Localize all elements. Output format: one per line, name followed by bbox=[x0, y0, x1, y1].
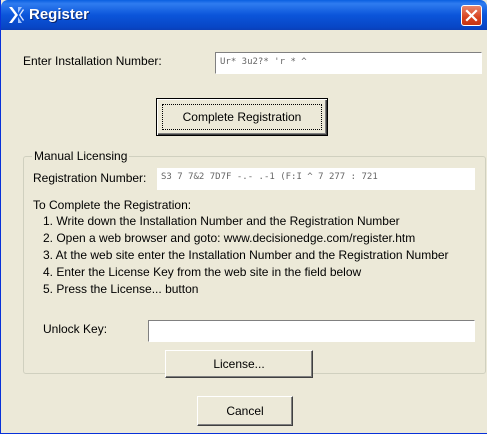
license-button[interactable]: License... bbox=[165, 350, 313, 378]
decisionedge-logo-icon bbox=[6, 5, 26, 25]
window-title: Register bbox=[29, 6, 90, 23]
complete-registration-label: Complete Registration bbox=[182, 110, 302, 124]
instruction-step: 4. Enter the License Key from the web si… bbox=[43, 265, 362, 279]
close-icon bbox=[465, 9, 478, 22]
registration-number-field[interactable]: S3 7 7&2 7D7F -.- .-1 (F:I ^ 7 277 : 721 bbox=[157, 168, 475, 190]
title-bar[interactable]: Register bbox=[1, 0, 487, 30]
instruction-step: 5. Press the License... button bbox=[43, 282, 199, 296]
registration-number-label: Registration Number: bbox=[33, 171, 147, 185]
installation-number-label: Enter Installation Number: bbox=[23, 54, 162, 68]
license-label: License... bbox=[213, 357, 265, 371]
register-dialog: Register Enter Installation Number: Ur* … bbox=[0, 0, 487, 434]
manual-licensing-title: Manual Licensing bbox=[32, 149, 130, 163]
cancel-label: Cancel bbox=[226, 404, 264, 418]
close-button[interactable] bbox=[461, 5, 482, 26]
instruction-step: 1. Write down the Installation Number an… bbox=[43, 214, 400, 228]
installation-number-field[interactable]: Ur* 3u2?* 'r * ^ bbox=[215, 52, 482, 74]
instruction-step: 3. At the web site enter the Installatio… bbox=[43, 248, 449, 262]
cancel-button[interactable]: Cancel bbox=[197, 396, 293, 426]
instructions-title: To Complete the Registration: bbox=[33, 198, 192, 212]
unlock-key-label: Unlock Key: bbox=[43, 322, 108, 336]
instruction-step: 2. Open a web browser and goto: www.deci… bbox=[43, 231, 416, 245]
unlock-key-field[interactable] bbox=[148, 320, 475, 342]
complete-registration-button[interactable]: Complete Registration bbox=[156, 98, 328, 136]
